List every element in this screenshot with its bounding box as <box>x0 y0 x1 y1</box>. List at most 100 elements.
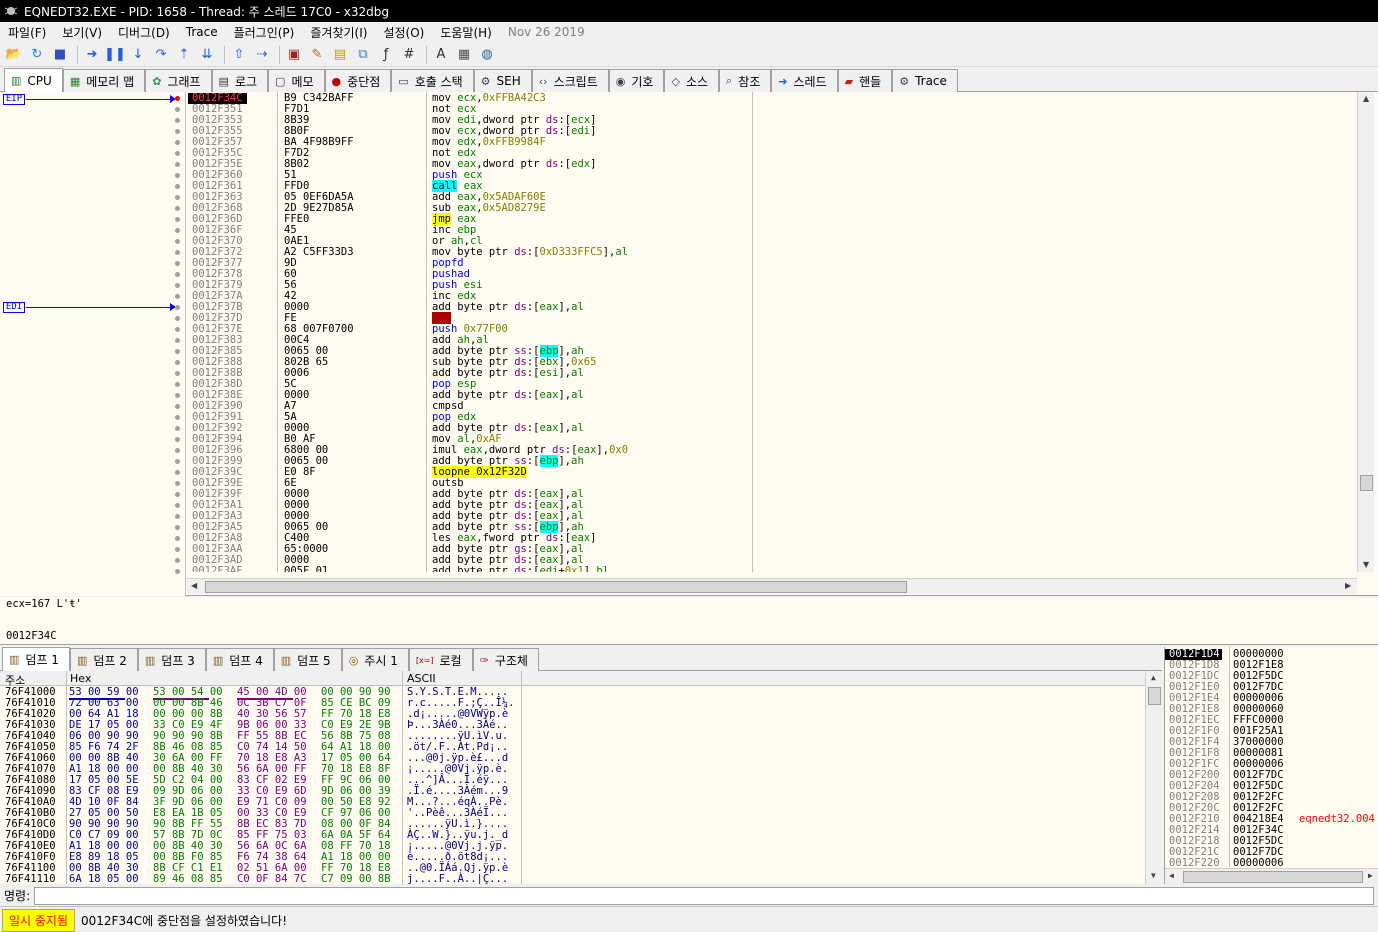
breakpoint-dot[interactable] <box>175 481 180 486</box>
breakpoint-dot[interactable] <box>175 536 180 541</box>
network-icon[interactable]: ◍ <box>477 45 497 65</box>
scroll-thumb[interactable] <box>1183 871 1363 883</box>
breakpoint-dot[interactable] <box>175 382 180 387</box>
dump-tab[interactable]: ◎ 주시 1 <box>341 648 409 671</box>
menu-item[interactable]: 플러그인(P) <box>226 24 303 41</box>
menu-item[interactable]: 파일(F) <box>0 24 54 41</box>
scroll-up-icon[interactable]: ▲ <box>1363 94 1369 103</box>
command-input[interactable] <box>34 886 1374 905</box>
disasm-row[interactable]: 0012F394 B0 AF mov al,0xAF <box>187 434 1357 445</box>
tab-seh[interactable]: ⚙ SEH <box>473 69 532 92</box>
disasm-row[interactable]: 0012F353 8B39 mov edi,dword ptr ds:[ecx] <box>187 115 1357 126</box>
scroll-thumb[interactable] <box>1360 475 1373 491</box>
disasm-row[interactable]: 0012F37A 42 inc edx <box>187 291 1357 302</box>
disasm-row[interactable]: 0012F372 A2 C5FF33D3 mov byte ptr ds:[0xD3… <box>187 247 1357 258</box>
comment-icon[interactable]: ✎ <box>307 45 327 65</box>
disasm-row[interactable]: 0012F3A5 0065 00 add byte ptr ss:[ebp],ah <box>187 521 1357 533</box>
tab-graph[interactable]: ✿ 그래프 <box>145 69 212 92</box>
tab-notes[interactable]: ▢ 메모 <box>268 69 325 92</box>
breakpoint-dot[interactable] <box>175 525 180 530</box>
dump-vertical-scrollbar[interactable]: ▲ ▼ <box>1145 671 1162 884</box>
disasm-row[interactable]: 0012F357 BA 4F98B9FF mov edx,0xFFB9984F <box>187 137 1357 148</box>
breakpoint-dot[interactable] <box>175 305 180 310</box>
disasm-row[interactable]: 0012F35E 8B02 mov eax,dword ptr ds:[edx] <box>187 159 1357 170</box>
breakpoint-dot[interactable] <box>175 404 180 409</box>
disasm-horizontal-scrollbar[interactable]: ◀ ▶ <box>187 578 1357 594</box>
breakpoint-dot[interactable] <box>175 283 180 288</box>
tab-memory-map[interactable]: ▦ 메모리 맵 <box>62 69 146 92</box>
disasm-row[interactable]: 0012F385 0065 00 add byte ptr ss:[ebp],ah <box>187 345 1357 357</box>
menu-item[interactable]: 설정(O) <box>375 24 432 41</box>
disasm-row[interactable]: 0012F3A3 0000 add byte ptr ds:[eax],al <box>187 511 1357 522</box>
scroll-down-icon[interactable]: ▼ <box>1151 871 1156 880</box>
breakpoint-dot[interactable] <box>175 173 180 178</box>
stack-horizontal-scrollbar[interactable]: ◀ ▶ <box>1165 868 1378 884</box>
tab-script[interactable]: ‹› 스크립트 <box>531 69 609 92</box>
breakpoint-dot[interactable] <box>175 184 180 189</box>
scroll-down-icon[interactable]: ▼ <box>1363 560 1369 569</box>
dump-tab[interactable]: ▥ 덤프 1 <box>2 647 70 671</box>
disasm-row[interactable]: 0012F383 00C4 add ah,al <box>187 335 1357 346</box>
scroll-thumb[interactable] <box>1148 687 1161 705</box>
scroll-left-icon[interactable]: ◀ <box>191 581 197 590</box>
disasm-row[interactable]: 0012F37D FE??? <box>187 312 1357 324</box>
dump-tab[interactable]: ▥ 덤프 2 <box>69 648 138 671</box>
disasm-row[interactable]: 0012F3AF 005F 01 add byte ptr ds:[edi+0x1]… <box>187 566 1357 573</box>
breakpoint-dot[interactable] <box>175 547 180 552</box>
disasm-row[interactable]: 0012F38E 0000 add byte ptr ds:[eax],al <box>187 390 1357 401</box>
breakpoint-dot[interactable] <box>175 107 180 112</box>
disasm-row[interactable]: 0012F39C E0 8F loopne 0x12F32D <box>187 466 1357 478</box>
breakpoint-dot[interactable] <box>175 393 180 398</box>
tab-callstack[interactable]: ▭ 호출 스택 <box>391 69 474 92</box>
step-into-icon[interactable]: ↓ <box>128 45 148 65</box>
breakpoint-dot[interactable] <box>175 316 180 321</box>
menu-item[interactable]: Trace <box>178 25 226 39</box>
breakpoint-dot[interactable] <box>175 514 180 519</box>
scroll-left-icon[interactable]: ◀ <box>1169 871 1174 880</box>
disasm-row[interactable]: 0012F37E 68 007F0700 push 0x77F00 <box>187 324 1357 335</box>
menu-item[interactable]: 보기(V) <box>54 24 110 41</box>
disasm-row[interactable]: 0012F3AD 0000 add byte ptr ds:[eax],al <box>187 555 1357 566</box>
tab-references[interactable]: ⌕ 참조 <box>719 69 772 92</box>
disasm-row[interactable]: 0012F360 51 push ecx <box>187 170 1357 181</box>
tab-source[interactable]: ◇ 소스 <box>664 69 720 92</box>
breakpoint-dot[interactable] <box>175 206 180 211</box>
calculator-icon[interactable]: ▦ <box>454 45 474 65</box>
hash-icon[interactable]: # <box>399 45 419 65</box>
script-icon[interactable]: ⇢ <box>252 45 272 65</box>
breakpoint-dot[interactable] <box>175 250 180 255</box>
font-icon[interactable]: A <box>431 45 451 65</box>
execute-till-return-icon[interactable]: ⇡ <box>174 45 194 65</box>
tab-handles[interactable]: ▰ 핸들 <box>837 69 893 92</box>
disasm-row[interactable]: 0012F355 8B0F mov ecx,dword ptr ds:[edi] <box>187 126 1357 137</box>
breakpoint-dot[interactable] <box>175 129 180 134</box>
scroll-thumb[interactable] <box>205 581 907 593</box>
disasm-row[interactable]: 0012F3A8 C400 les eax,fword ptr ds:[eax] <box>187 533 1357 544</box>
breakpoint-dot[interactable] <box>175 261 180 266</box>
tab-threads[interactable]: ➜ 스레드 <box>771 69 838 92</box>
disasm-row[interactable]: 0012F36D FFE0 jmp eax <box>187 213 1357 225</box>
disasm-row[interactable]: 0012F39E 6E outsb <box>187 478 1357 489</box>
disassembly-view[interactable]: 0012F34C B9 C342BAFF mov ecx,0xFFBA42C3 001… <box>187 92 1357 572</box>
dump-tab[interactable]: ✑ 구조체 <box>472 648 539 671</box>
disasm-row[interactable]: 0012F391 5A pop edx <box>187 412 1357 423</box>
disasm-row[interactable]: 0012F399 0065 00 add byte ptr ss:[ebp],ah <box>187 455 1357 467</box>
disasm-row[interactable]: 0012F370 0AE1 or ah,cl <box>187 236 1357 247</box>
breakpoint-dot[interactable] <box>175 371 180 376</box>
breakpoint-dot[interactable] <box>175 459 180 464</box>
disasm-row[interactable]: 0012F3AA 65:0000 add byte ptr gs:[eax],al <box>187 544 1357 555</box>
breakpoint-dot[interactable] <box>175 228 180 233</box>
breakpoint-dot[interactable] <box>175 569 180 574</box>
breakpoint-dot[interactable] <box>175 415 180 420</box>
scroll-up-icon[interactable]: ▲ <box>1151 673 1156 682</box>
tab-symbols[interactable]: ◉ 기호 <box>608 69 665 92</box>
breakpoint-dot[interactable] <box>175 470 180 475</box>
disasm-row[interactable]: 0012F379 56 push esi <box>187 280 1357 291</box>
menu-item[interactable]: 즐겨찾기(I) <box>302 24 375 41</box>
breakpoint-dot[interactable] <box>175 140 180 145</box>
stop-icon[interactable]: ■ <box>50 45 70 65</box>
label-icon[interactable]: ▤ <box>330 45 350 65</box>
breakpoint-dot[interactable] <box>175 239 180 244</box>
breakpoint-dot[interactable] <box>175 272 180 277</box>
pause-icon[interactable]: ❚❚ <box>104 45 126 65</box>
